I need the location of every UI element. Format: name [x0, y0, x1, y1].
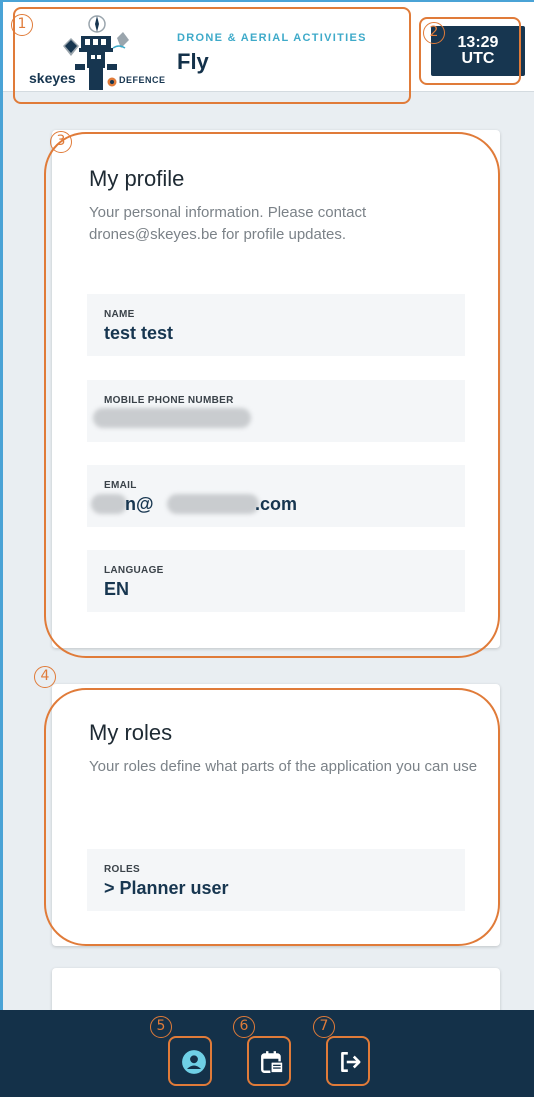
- skeyes-defence-logo[interactable]: skeyes DEFENCE: [25, 12, 175, 90]
- phone-label: MOBILE PHONE NUMBER: [104, 395, 234, 406]
- profile-title: My profile: [89, 166, 185, 191]
- clock-zone: UTC: [461, 50, 495, 67]
- email-value-suffix: .com: [255, 494, 298, 514]
- logout-nav-button[interactable]: [334, 1046, 366, 1078]
- email-label: EMAIL: [104, 480, 137, 491]
- annotation-number-4: 4: [34, 666, 56, 688]
- roles-field: ROLES > Planner user: [87, 849, 465, 911]
- profile-card: My profile Your personal information. Pl…: [52, 130, 500, 648]
- language-label: LANGUAGE: [104, 565, 164, 576]
- annotation-number-5: 5: [150, 1016, 172, 1038]
- redacted-phone: [93, 408, 251, 428]
- annotation-number-1: 1: [11, 14, 33, 36]
- utc-clock: 13:29 UTC: [431, 26, 525, 76]
- logo-skeyes-text: skeyes: [29, 70, 76, 86]
- annotation-number-6: 6: [233, 1016, 255, 1038]
- clock-time: 13:29: [457, 34, 499, 51]
- roles-label: ROLES: [104, 864, 140, 875]
- name-value: test test: [104, 323, 174, 343]
- app-title: Fly: [177, 49, 209, 74]
- annotation-number-3: 3: [50, 131, 72, 153]
- app-header: skeyes DEFENCE DRONE & AERIAL ACTIVITIES…: [3, 2, 534, 92]
- roles-title: My roles: [89, 720, 173, 745]
- email-value-prefix: n@: [125, 494, 154, 514]
- annotation-number-7: 7: [313, 1016, 335, 1038]
- window-left-border: [0, 0, 3, 1010]
- roles-card: My roles Your roles define what parts of…: [52, 684, 500, 946]
- logout-icon: [341, 1052, 361, 1072]
- app-subtitle: DRONE & AERIAL ACTIVITIES: [177, 32, 367, 44]
- email-field: EMAIL n@ .com: [87, 465, 465, 527]
- redacted-email-domain: [167, 494, 259, 514]
- annotation-number-2: 2: [423, 22, 445, 44]
- schedule-nav-button[interactable]: [256, 1046, 288, 1078]
- name-label: NAME: [104, 309, 135, 320]
- profile-description: Your personal information. Please contac…: [89, 204, 367, 243]
- phone-field: MOBILE PHONE NUMBER: [87, 380, 465, 442]
- language-field: LANGUAGE EN: [87, 550, 465, 612]
- roles-description: Your roles define what parts of the appl…: [89, 758, 478, 775]
- calendar-icon: [261, 1051, 284, 1074]
- redacted-email-start: [91, 494, 127, 514]
- profile-nav-button[interactable]: [178, 1046, 210, 1078]
- roles-value: > Planner user: [104, 878, 229, 898]
- logo-defence-text: DEFENCE: [119, 75, 166, 85]
- account-icon: [182, 1050, 206, 1074]
- bottom-navigation: [0, 1010, 534, 1097]
- name-field: NAME test test: [87, 294, 465, 356]
- language-value: EN: [104, 579, 130, 599]
